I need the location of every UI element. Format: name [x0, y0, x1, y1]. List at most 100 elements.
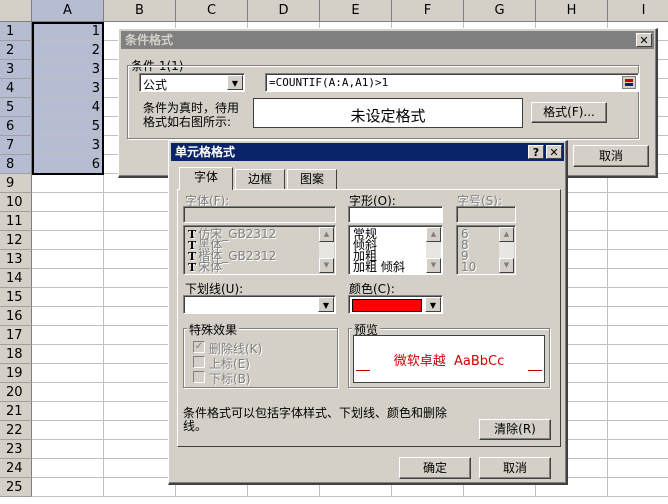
superscript-checkbox[interactable]	[193, 356, 205, 368]
list-item[interactable]: 10	[461, 261, 476, 273]
row-header[interactable]: 18	[0, 345, 32, 364]
clear-button[interactable]: 清除(R)	[479, 419, 551, 440]
row-header[interactable]: 21	[0, 402, 32, 421]
cancel-button[interactable]: 取消	[479, 457, 551, 479]
column-header-e[interactable]: E	[320, 0, 392, 22]
column-header-d[interactable]: D	[248, 0, 320, 22]
cell[interactable]	[32, 478, 104, 497]
color-select[interactable]: ▼	[348, 295, 443, 314]
cell[interactable]	[32, 174, 104, 193]
cell[interactable]: 1	[32, 22, 104, 41]
tab-border[interactable]: 边框	[235, 169, 285, 189]
scroll-down-icon[interactable]: ▼	[499, 258, 514, 273]
cell[interactable]	[104, 269, 176, 288]
row-header[interactable]: 6	[0, 117, 32, 136]
scroll-up-icon[interactable]: ▲	[319, 227, 334, 242]
cell[interactable]	[32, 345, 104, 364]
cell[interactable]	[608, 383, 668, 402]
format-cells-title-bar[interactable]: 单元格格式 ? ✕	[171, 143, 564, 161]
cell[interactable]: 3	[32, 60, 104, 79]
cell[interactable]	[32, 250, 104, 269]
cell[interactable]	[32, 326, 104, 345]
cell[interactable]	[32, 459, 104, 478]
cell[interactable]	[608, 478, 668, 497]
font-size-input[interactable]	[456, 206, 516, 223]
cancel-button-behind[interactable]: 取消	[573, 145, 649, 167]
row-header[interactable]: 8	[0, 155, 32, 174]
format-button[interactable]: 格式(F)...	[531, 102, 607, 123]
cell[interactable]: 3	[32, 136, 104, 155]
cell[interactable]	[608, 307, 668, 326]
cell[interactable]	[608, 231, 668, 250]
cell[interactable]	[104, 307, 176, 326]
row-header[interactable]: 14	[0, 269, 32, 288]
row-header[interactable]: 13	[0, 250, 32, 269]
scroll-up-icon[interactable]: ▲	[499, 227, 514, 242]
list-item[interactable]: 加粗 倾斜	[353, 261, 405, 273]
row-header[interactable]: 7	[0, 136, 32, 155]
cell[interactable]	[608, 459, 668, 478]
cell[interactable]	[32, 440, 104, 459]
formula-input[interactable]: =COUNTIF(A:A,A1)>1	[265, 73, 639, 92]
cell[interactable]: 5	[32, 117, 104, 136]
font-style-input[interactable]	[348, 206, 443, 223]
cell[interactable]	[104, 383, 176, 402]
row-header[interactable]: 5	[0, 98, 32, 117]
cell[interactable]	[608, 440, 668, 459]
font-name-input[interactable]	[183, 206, 336, 223]
chevron-down-icon[interactable]: ▼	[318, 297, 334, 312]
cell[interactable]	[104, 364, 176, 383]
cell[interactable]	[104, 326, 176, 345]
ok-button[interactable]: 确定	[399, 457, 471, 479]
row-header[interactable]: 2	[0, 41, 32, 60]
cell[interactable]	[32, 402, 104, 421]
scroll-up-icon[interactable]: ▲	[426, 227, 441, 242]
cell[interactable]	[104, 231, 176, 250]
tab-pattern[interactable]: 图案	[287, 169, 337, 189]
cell[interactable]	[608, 326, 668, 345]
cell[interactable]	[104, 421, 176, 440]
conditional-format-title-bar[interactable]: 条件格式 ✕	[121, 31, 654, 49]
cell[interactable]	[104, 212, 176, 231]
cell[interactable]	[104, 193, 176, 212]
row-header[interactable]: 25	[0, 478, 32, 497]
font-listbox[interactable]: T 仿宋_GB2312 T 黑体 T 楷体_GB2312 T 宋体 ▲ ▼	[183, 225, 336, 275]
collapse-dialog-icon[interactable]	[622, 76, 636, 89]
cell[interactable]	[104, 402, 176, 421]
row-header[interactable]: 22	[0, 421, 32, 440]
cell[interactable]	[32, 364, 104, 383]
cell[interactable]	[608, 345, 668, 364]
column-header-i[interactable]: I	[608, 0, 668, 22]
column-header-c[interactable]: C	[176, 0, 248, 22]
row-header[interactable]: 24	[0, 459, 32, 478]
subscript-checkbox[interactable]	[193, 371, 205, 383]
column-header-f[interactable]: F	[392, 0, 464, 22]
style-list-scrollbar[interactable]: ▲ ▼	[426, 227, 441, 273]
cell[interactable]	[104, 459, 176, 478]
row-header[interactable]: 17	[0, 326, 32, 345]
cell[interactable]	[32, 383, 104, 402]
cell[interactable]	[608, 402, 668, 421]
column-header-g[interactable]: G	[464, 0, 536, 22]
cell[interactable]	[32, 269, 104, 288]
strikethrough-checkbox[interactable]: ✓	[193, 341, 205, 353]
cell[interactable]	[32, 193, 104, 212]
cell[interactable]	[608, 250, 668, 269]
column-header-h[interactable]: H	[536, 0, 608, 22]
size-list-scrollbar[interactable]: ▲ ▼	[499, 227, 514, 273]
cell[interactable]	[608, 288, 668, 307]
row-header[interactable]: 3	[0, 60, 32, 79]
scroll-down-icon[interactable]: ▼	[319, 258, 334, 273]
style-listbox[interactable]: 常规 倾斜 加粗 加粗 倾斜 ▲ ▼	[348, 225, 443, 275]
row-header[interactable]: 16	[0, 307, 32, 326]
cell[interactable]: 6	[32, 155, 104, 174]
cell[interactable]	[608, 193, 668, 212]
row-header[interactable]: 4	[0, 79, 32, 98]
cell[interactable]	[104, 345, 176, 364]
row-header[interactable]: 12	[0, 231, 32, 250]
cell[interactable]	[32, 288, 104, 307]
close-icon[interactable]: ✕	[636, 33, 652, 47]
chevron-down-icon[interactable]: ▼	[227, 75, 243, 90]
cell[interactable]: 2	[32, 41, 104, 60]
row-header[interactable]: 23	[0, 440, 32, 459]
